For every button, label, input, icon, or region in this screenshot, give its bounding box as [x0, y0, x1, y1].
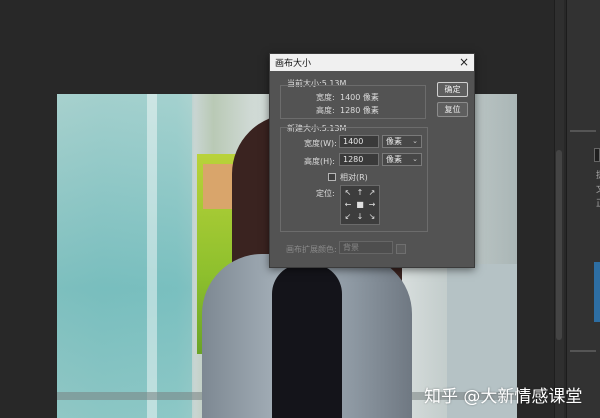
close-icon[interactable]: ×	[459, 54, 469, 71]
current-width-label: 宽度:	[316, 93, 335, 102]
arrow-down-left-icon[interactable]: ↙	[342, 211, 354, 223]
dialog-titlebar[interactable]: 画布大小 ×	[270, 54, 474, 71]
relative-checkbox[interactable]	[328, 173, 336, 181]
chevron-down-icon: ⌄	[412, 137, 418, 145]
width-input[interactable]: 1400	[339, 135, 379, 148]
panel-separator	[570, 130, 596, 132]
panel-label: 文	[596, 182, 600, 195]
canvas-size-dialog: 画布大小 × 当前大小:5.13M 宽度: 1400 像素 高度: 1280 像…	[269, 53, 475, 268]
arrow-up-icon[interactable]: ↑	[354, 187, 366, 199]
panel-label: 提	[596, 168, 600, 181]
arrow-down-right-icon[interactable]: ↘	[366, 211, 378, 223]
current-width-value: 1400 像素	[340, 93, 379, 102]
panel-separator	[570, 350, 596, 352]
right-panel	[566, 0, 600, 418]
canvas-scrollbar[interactable]	[556, 150, 562, 340]
anchor-center-icon[interactable]: ■	[354, 199, 366, 211]
extension-color-swatch[interactable]	[396, 244, 406, 254]
height-unit-value: 像素	[386, 155, 402, 164]
photo-person-shirt	[272, 264, 342, 418]
chevron-down-icon: ⌄	[412, 155, 418, 163]
extension-color-select[interactable]: 背景	[339, 241, 393, 254]
photo-background-wall	[57, 94, 192, 418]
anchor-grid[interactable]: ↖ ↑ ↗ ← ■ → ↙ ↓ ↘	[340, 185, 380, 225]
reset-button[interactable]: 复位	[437, 102, 468, 117]
width-unit-select[interactable]: 像素 ⌄	[382, 135, 422, 148]
arrow-up-left-icon[interactable]: ↖	[342, 187, 354, 199]
panel-chevron-icon[interactable]	[594, 148, 600, 162]
current-height-value: 1280 像素	[340, 106, 379, 115]
dialog-title: 画布大小	[275, 59, 312, 69]
arrow-right-icon[interactable]: →	[366, 199, 378, 211]
photo-pole	[147, 94, 157, 418]
layer-thumbnail-selected[interactable]	[594, 262, 600, 322]
new-height-label: 高度(H):	[304, 157, 335, 166]
arrow-up-right-icon[interactable]: ↗	[366, 187, 378, 199]
arrow-down-icon[interactable]: ↓	[354, 211, 366, 223]
new-width-label: 宽度(W):	[304, 139, 337, 148]
height-input[interactable]: 1280	[339, 153, 379, 166]
watermark-text: 知乎 @大新情感课堂	[424, 387, 583, 407]
arrow-left-icon[interactable]: ←	[342, 199, 354, 211]
panel-label: 正	[596, 196, 600, 209]
anchor-label: 定位:	[316, 189, 335, 198]
ok-button[interactable]: 确定	[437, 82, 468, 97]
extension-color-value: 背景	[343, 243, 359, 252]
height-unit-select[interactable]: 像素 ⌄	[382, 153, 422, 166]
relative-label: 相对(R)	[340, 173, 368, 182]
width-unit-value: 像素	[386, 137, 402, 146]
extension-color-label: 画布扩展颜色:	[286, 245, 337, 254]
current-height-label: 高度:	[316, 106, 335, 115]
